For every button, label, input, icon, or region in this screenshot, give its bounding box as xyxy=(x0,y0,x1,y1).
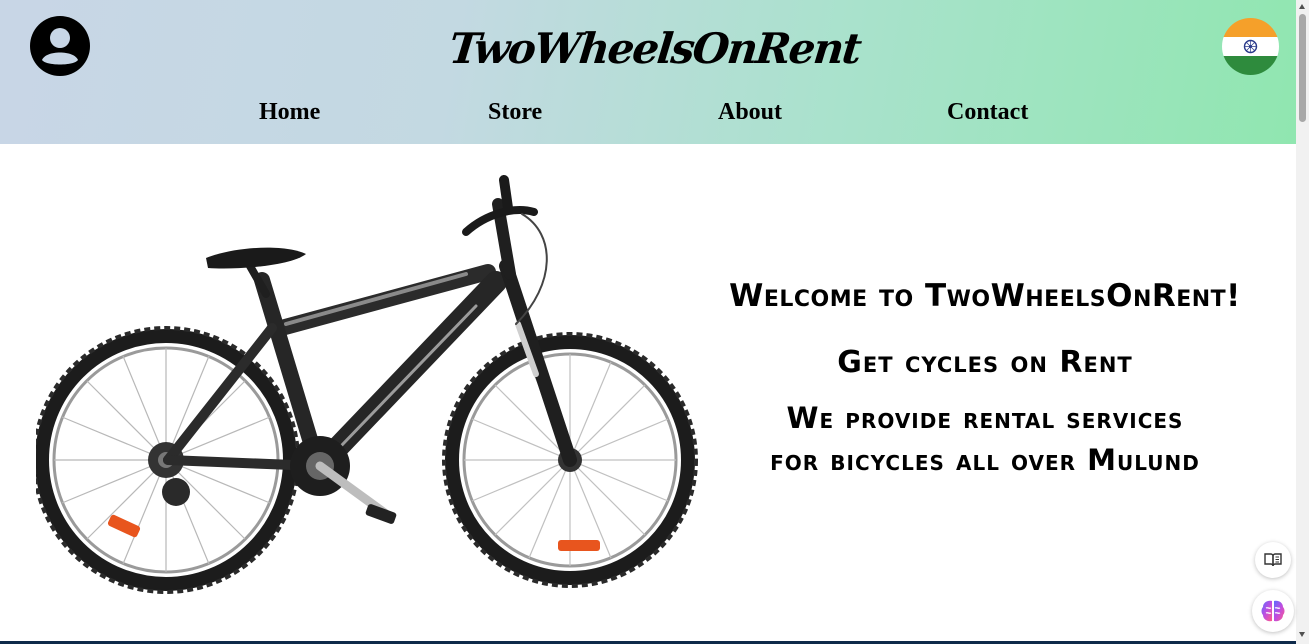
nav-store-link[interactable]: Store xyxy=(488,99,542,126)
scrollbar-thumb[interactable] xyxy=(1299,14,1306,122)
reading-mode-icon xyxy=(1264,553,1282,567)
nav-about-link[interactable]: About xyxy=(718,99,782,126)
mountain-bicycle-image xyxy=(36,175,698,594)
ai-brain-icon xyxy=(1261,600,1285,622)
reading-mode-button[interactable] xyxy=(1255,542,1291,578)
ai-assistant-button[interactable] xyxy=(1252,590,1294,632)
nav-contact-link[interactable]: Contact xyxy=(947,99,1028,126)
nav-home-link[interactable]: Home xyxy=(259,99,320,126)
hero-subtitle: Get cycles on Rent xyxy=(837,345,1133,380)
brand-title: TwoWheelsOnRent xyxy=(446,24,863,73)
hero-description: We provide rental services for bicycles … xyxy=(700,397,1270,481)
hero-title: Welcome to TwoWheelsOnRent! xyxy=(729,278,1241,314)
hero-text-block: Welcome to TwoWheelsOnRent! Get cycles o… xyxy=(700,276,1270,481)
scroll-up-arrow-icon[interactable] xyxy=(1299,4,1305,9)
site-header: TwoWheelsOnRent Home Store About Contact xyxy=(0,0,1296,144)
page: TwoWheelsOnRent Home Store About Contact… xyxy=(0,0,1309,644)
hero-description-line-1: We provide rental services xyxy=(786,401,1184,435)
india-flag-icon[interactable] xyxy=(1222,18,1279,75)
scroll-down-arrow-icon[interactable] xyxy=(1299,632,1305,637)
hero-description-line-2: for bicycles all over Mulund xyxy=(770,443,1200,477)
vertical-scrollbar[interactable] xyxy=(1296,0,1309,644)
